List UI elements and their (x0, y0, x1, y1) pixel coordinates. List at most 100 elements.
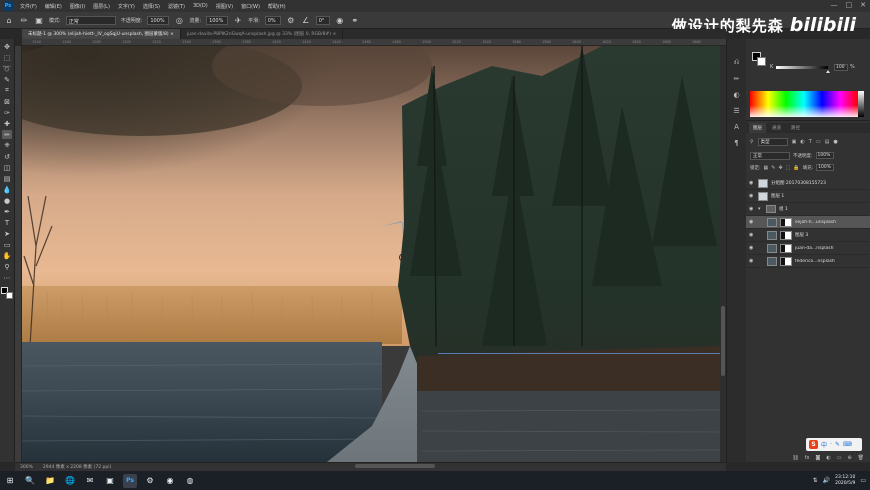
taskbar-app-icon[interactable]: ▣ (103, 474, 117, 488)
quick-select-tool-icon[interactable]: ✎ (2, 75, 12, 84)
volume-icon[interactable]: 🔊 (823, 477, 830, 484)
mode-select[interactable]: 正常 (65, 15, 116, 25)
layer-mask-thumbnail[interactable] (780, 230, 792, 240)
clone-stamp-tool-icon[interactable]: ⎈ (2, 141, 12, 150)
history-panel-icon[interactable]: ⎌ (731, 57, 742, 68)
pen-tool-icon[interactable]: ✒ (2, 207, 12, 216)
layer-kind-select[interactable]: 类型 (757, 137, 788, 146)
ime-punct[interactable]: · (830, 441, 832, 448)
brush-tool-icon[interactable]: ✏ (2, 130, 12, 139)
frame-tool-icon[interactable]: ⊠ (2, 97, 12, 106)
tab-paths[interactable]: 路径 (787, 123, 804, 133)
close-button[interactable]: ✕ (860, 1, 866, 9)
type-tool-icon[interactable]: T (2, 218, 12, 227)
zoom-tool-icon[interactable]: ⚲ (2, 262, 12, 271)
network-icon[interactable]: ⇅ (813, 477, 818, 484)
group-toggle-icon[interactable]: ▾ (758, 206, 763, 212)
layer-mask-thumbnail[interactable] (780, 217, 792, 227)
pressure-opacity-icon[interactable]: ◎ (174, 15, 184, 25)
vertical-scroll-thumb[interactable] (721, 306, 725, 376)
glyphs-icon[interactable]: A (731, 121, 742, 132)
filter-adjustment-icon[interactable]: ◐ (800, 139, 804, 145)
taskbar-app-icon[interactable]: ⚙ (143, 474, 157, 488)
smoothing-field[interactable]: 0% (264, 15, 281, 25)
fill-field[interactable]: 100% (816, 164, 835, 171)
menu-window[interactable]: 窗口(W) (237, 3, 264, 10)
tab-document-2[interactable]: juan-davila-P8PlK2nGwqA-unsplash.jpg @ 3… (181, 29, 344, 39)
airbrush-icon[interactable]: ✈ (233, 15, 243, 25)
menu-help[interactable]: 帮助(H) (264, 3, 290, 10)
taskbar-app-icon[interactable]: 🌐 (63, 474, 77, 488)
layer-row[interactable]: ◉ 分组图 20170308155723 (746, 177, 870, 190)
layer-row[interactable]: ◉ elijah-h...unsplash (746, 216, 870, 229)
brush-preset-icon[interactable]: ✏ (19, 15, 29, 25)
healing-brush-tool-icon[interactable]: ✚ (2, 119, 12, 128)
ime-pen-icon[interactable]: ✎ (835, 441, 840, 448)
layer-row[interactable]: ◉ 图层 3 (746, 229, 870, 242)
layer-opacity-field[interactable]: 100% (815, 152, 834, 159)
filter-pixel-icon[interactable]: ▣ (792, 139, 797, 145)
menu-3d[interactable]: 3D(D) (189, 3, 212, 9)
maximize-button[interactable]: □ (846, 1, 853, 9)
menu-filter[interactable]: 滤镜(T) (164, 3, 189, 10)
visibility-eye-icon[interactable]: ◉ (749, 180, 755, 186)
taskbar-app-icon[interactable]: ✉ (83, 474, 97, 488)
angle-icon[interactable]: ∠ (301, 15, 311, 25)
eraser-tool-icon[interactable]: ◫ (2, 163, 12, 172)
menu-view[interactable]: 视图(V) (212, 3, 237, 10)
taskbar-app-icon[interactable]: 📁 (43, 474, 57, 488)
layer-mask-thumbnail[interactable] (780, 243, 792, 253)
visibility-eye-icon[interactable]: ◉ (749, 245, 755, 251)
k-value-field[interactable]: 100 (834, 64, 848, 71)
angle-field[interactable]: 0° (315, 15, 330, 25)
menu-select[interactable]: 选择(S) (139, 3, 164, 10)
symmetry-icon[interactable]: ⚭ (350, 15, 360, 25)
history-brush-tool-icon[interactable]: ↺ (2, 152, 12, 161)
background-color-swatch[interactable] (757, 57, 766, 66)
grayscale-ramp[interactable] (858, 91, 864, 117)
tab-channels[interactable]: 通道 (768, 123, 785, 133)
layer-thumbnail[interactable] (767, 243, 777, 253)
filter-type-icon[interactable]: T (809, 139, 812, 145)
guide-line[interactable] (438, 353, 720, 354)
link-layers-icon[interactable]: ⛓ (792, 455, 798, 461)
move-tool-icon[interactable]: ✥ (2, 42, 12, 51)
lock-transparent-icon[interactable]: ▦ (764, 165, 769, 171)
adjustment-layer-icon[interactable]: ◐ (826, 455, 830, 461)
k-slider-knob[interactable] (826, 70, 830, 73)
layer-thumbnail[interactable] (767, 217, 777, 227)
marquee-tool-icon[interactable]: ⬚ (2, 53, 12, 62)
taskbar-app-icon[interactable]: Ps (123, 473, 137, 488)
flow-field[interactable]: 100% (206, 15, 229, 25)
menu-file[interactable]: 文件(F) (16, 3, 41, 10)
eyedropper-tool-icon[interactable]: ✑ (2, 108, 12, 117)
taskbar-app-icon[interactable]: ◍ (183, 474, 197, 488)
taskbar-app-icon[interactable]: ◉ (163, 474, 177, 488)
menu-image[interactable]: 图像(I) (66, 3, 89, 10)
shape-tool-icon[interactable]: ▭ (2, 240, 12, 249)
adjustments-icon[interactable]: ◐ (731, 89, 742, 100)
horizontal-scroll-thumb[interactable] (355, 464, 435, 468)
document-canvas[interactable] (22, 46, 720, 462)
color-swatches[interactable] (1, 287, 13, 299)
notification-icon[interactable]: ▭ (860, 477, 866, 484)
layer-row[interactable]: ◉ ▾ 组 1 (746, 203, 870, 216)
path-select-tool-icon[interactable]: ➤ (2, 229, 12, 238)
layer-row[interactable]: ◉ federico...nsplash (746, 255, 870, 268)
visibility-eye-icon[interactable]: ◉ (749, 258, 755, 264)
hand-tool-icon[interactable]: ✋ (2, 251, 12, 260)
properties-icon[interactable]: ☰ (731, 105, 742, 116)
color-spectrum[interactable] (750, 91, 858, 117)
brush-panel-icon[interactable]: ▣ (34, 15, 44, 25)
minimize-button[interactable]: — (831, 1, 838, 9)
background-swatch[interactable] (6, 292, 13, 299)
lock-all-icon[interactable]: 🔒 (793, 165, 799, 171)
menu-type[interactable]: 文字(Y) (114, 3, 139, 10)
zoom-level[interactable]: 300% (20, 465, 33, 470)
brush-settings-icon[interactable]: ✏ (731, 73, 742, 84)
ime-mode[interactable]: 中 (821, 440, 827, 449)
gradient-tool-icon[interactable]: ▤ (2, 174, 12, 183)
filter-shape-icon[interactable]: ▭ (816, 139, 821, 145)
filter-toggle-icon[interactable]: ● (833, 139, 837, 145)
menu-layer[interactable]: 图层(L) (89, 3, 114, 10)
